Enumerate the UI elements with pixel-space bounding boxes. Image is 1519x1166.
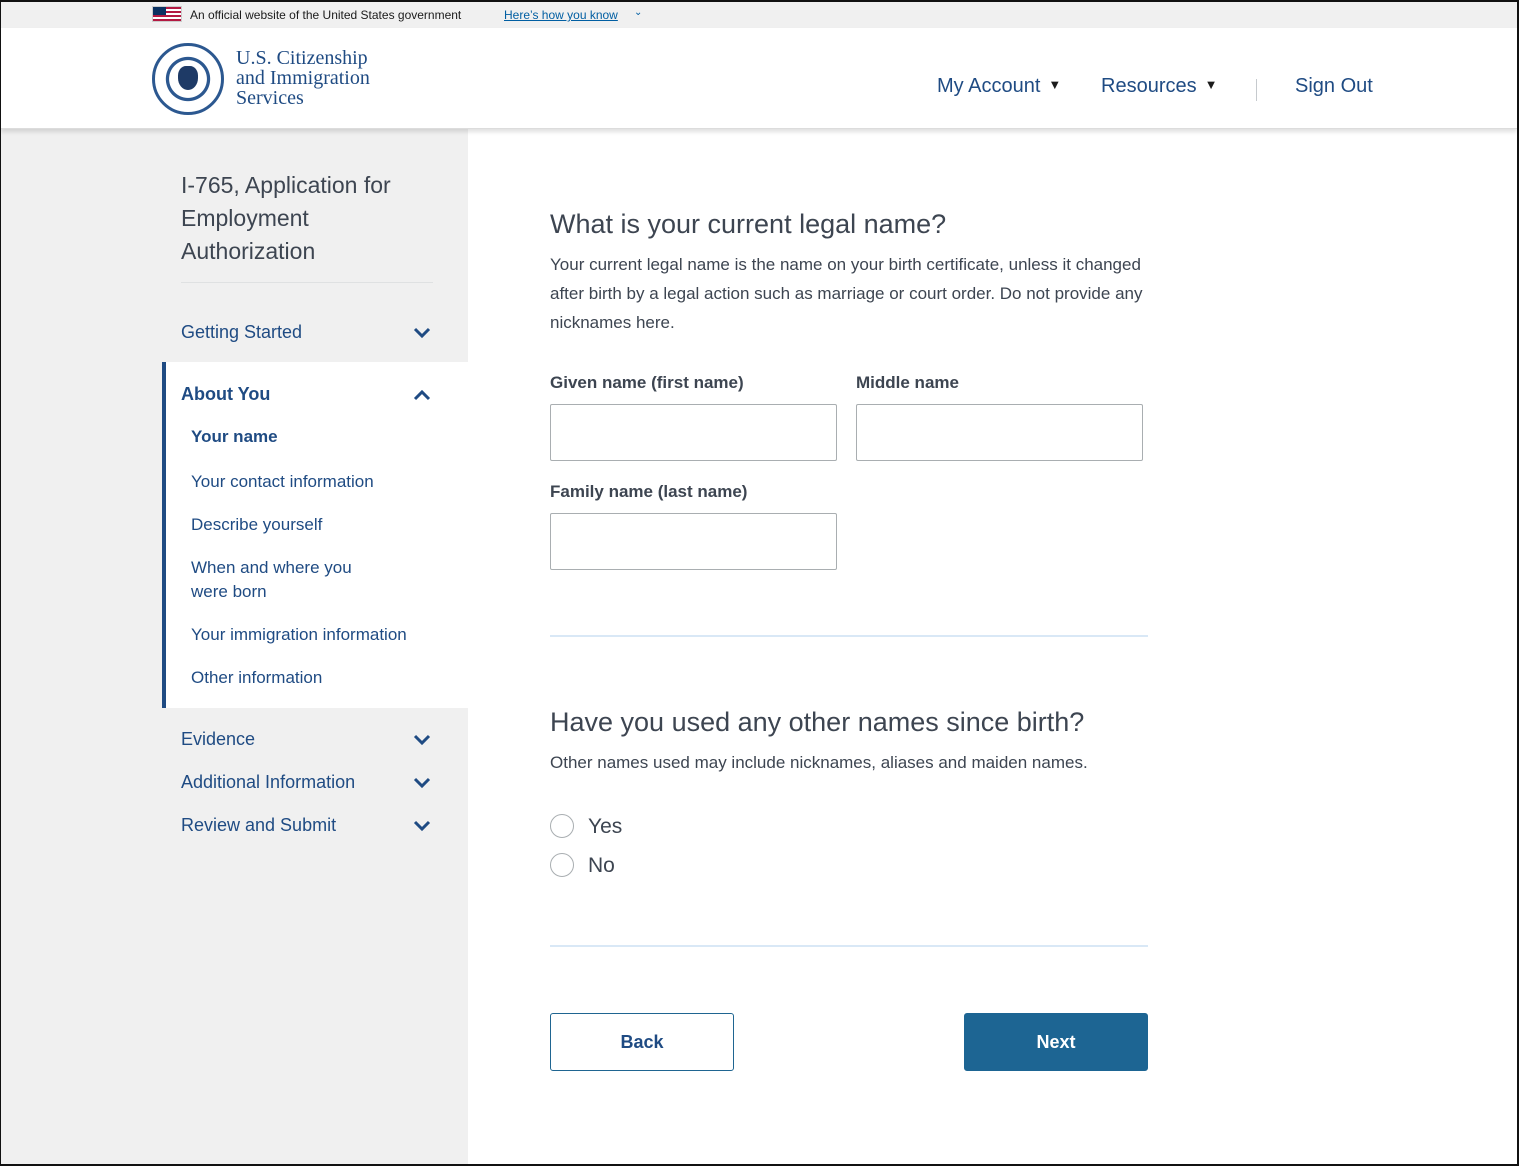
sidebar-item-describe-yourself[interactable]: Describe yourself bbox=[191, 513, 441, 537]
question-other-names-title: Have you used any other names since birt… bbox=[550, 707, 1085, 737]
back-button[interactable]: Back bbox=[550, 1013, 734, 1071]
radio-yes-label[interactable]: Yes bbox=[588, 815, 622, 839]
sidebar-section-about-you: About You Your name Your contact informa… bbox=[162, 362, 468, 708]
sidebar: I-765, Application for Employment Author… bbox=[1, 129, 468, 1164]
given-name-label: Given name (first name) bbox=[550, 373, 744, 392]
radio-no-label[interactable]: No bbox=[588, 854, 615, 878]
my-account-menu[interactable]: My Account ▼ bbox=[937, 75, 1061, 98]
middle-name-input[interactable] bbox=[856, 404, 1143, 461]
heres-how-you-know-link[interactable]: Here’s how you know bbox=[504, 8, 618, 22]
agency-line-3: Services bbox=[236, 87, 304, 109]
gov-banner: An official website of the United States… bbox=[1, 2, 1517, 28]
radio-yes[interactable]: Yes bbox=[550, 814, 630, 840]
sidebar-section-about-you-label[interactable]: About You bbox=[181, 384, 270, 405]
given-name-input[interactable] bbox=[550, 404, 837, 461]
chevron-up-icon[interactable] bbox=[413, 388, 431, 402]
resources-menu[interactable]: Resources ▼ bbox=[1101, 75, 1217, 98]
sidebar-section-evidence[interactable]: Evidence bbox=[181, 729, 255, 750]
radio-no[interactable]: No bbox=[550, 853, 630, 879]
caret-down-icon: ▼ bbox=[1048, 77, 1062, 92]
sidebar-item-birth[interactable]: When and where you were born bbox=[191, 556, 381, 604]
agency-line-2: and Immigration bbox=[236, 67, 370, 89]
official-website-text: An official website of the United States… bbox=[190, 8, 462, 22]
family-name-input[interactable] bbox=[550, 513, 837, 570]
question-other-names-help: Other names used may include nicknames, … bbox=[550, 753, 1088, 772]
us-flag-icon bbox=[152, 6, 182, 22]
chevron-down-icon[interactable] bbox=[413, 733, 431, 747]
agency-logo-text[interactable]: U.S. Citizenship and Immigration Service… bbox=[236, 48, 370, 108]
question-legal-name-help: Your current legal name is the name on y… bbox=[550, 255, 1143, 332]
sidebar-item-other-information[interactable]: Other information bbox=[191, 666, 441, 690]
my-account-label: My Account bbox=[937, 75, 1041, 97]
next-button[interactable]: Next bbox=[964, 1013, 1148, 1071]
chevron-down-icon[interactable] bbox=[413, 819, 431, 833]
page-frame: An official website of the United States… bbox=[0, 0, 1519, 1166]
sidebar-section-review-and-submit[interactable]: Review and Submit bbox=[181, 815, 336, 836]
middle-name-label: Middle name bbox=[856, 373, 959, 392]
sidebar-item-immigration-information[interactable]: Your immigration information bbox=[191, 623, 441, 647]
sidebar-section-additional-information[interactable]: Additional Information bbox=[181, 772, 355, 793]
sidebar-item-contact-information[interactable]: Your contact information bbox=[191, 470, 441, 494]
chevron-down-icon[interactable] bbox=[413, 326, 431, 340]
site-header: U.S. Citizenship and Immigration Service… bbox=[1, 28, 1517, 129]
caret-down-icon: ▼ bbox=[1204, 77, 1218, 92]
resources-label: Resources bbox=[1101, 75, 1197, 97]
sign-out-link[interactable]: Sign Out bbox=[1295, 75, 1373, 98]
sidebar-item-your-name[interactable]: Your name bbox=[191, 425, 441, 449]
question-legal-name-title: What is your current legal name? bbox=[550, 209, 947, 239]
section-divider bbox=[550, 635, 1148, 637]
chevron-down-icon[interactable]: ⌄ bbox=[634, 7, 642, 18]
dhs-seal-icon[interactable] bbox=[152, 43, 224, 115]
radio-circle-icon[interactable] bbox=[550, 853, 574, 877]
sidebar-section-getting-started[interactable]: Getting Started bbox=[181, 322, 302, 343]
section-divider bbox=[550, 945, 1148, 947]
chevron-down-icon[interactable] bbox=[413, 776, 431, 790]
family-name-label: Family name (last name) bbox=[550, 482, 748, 501]
nav-divider bbox=[1256, 79, 1257, 101]
form-title: I-765, Application for Employment Author… bbox=[181, 172, 391, 264]
radio-circle-icon[interactable] bbox=[550, 814, 574, 838]
divider bbox=[181, 282, 433, 283]
agency-line-1: U.S. Citizenship bbox=[236, 47, 368, 69]
